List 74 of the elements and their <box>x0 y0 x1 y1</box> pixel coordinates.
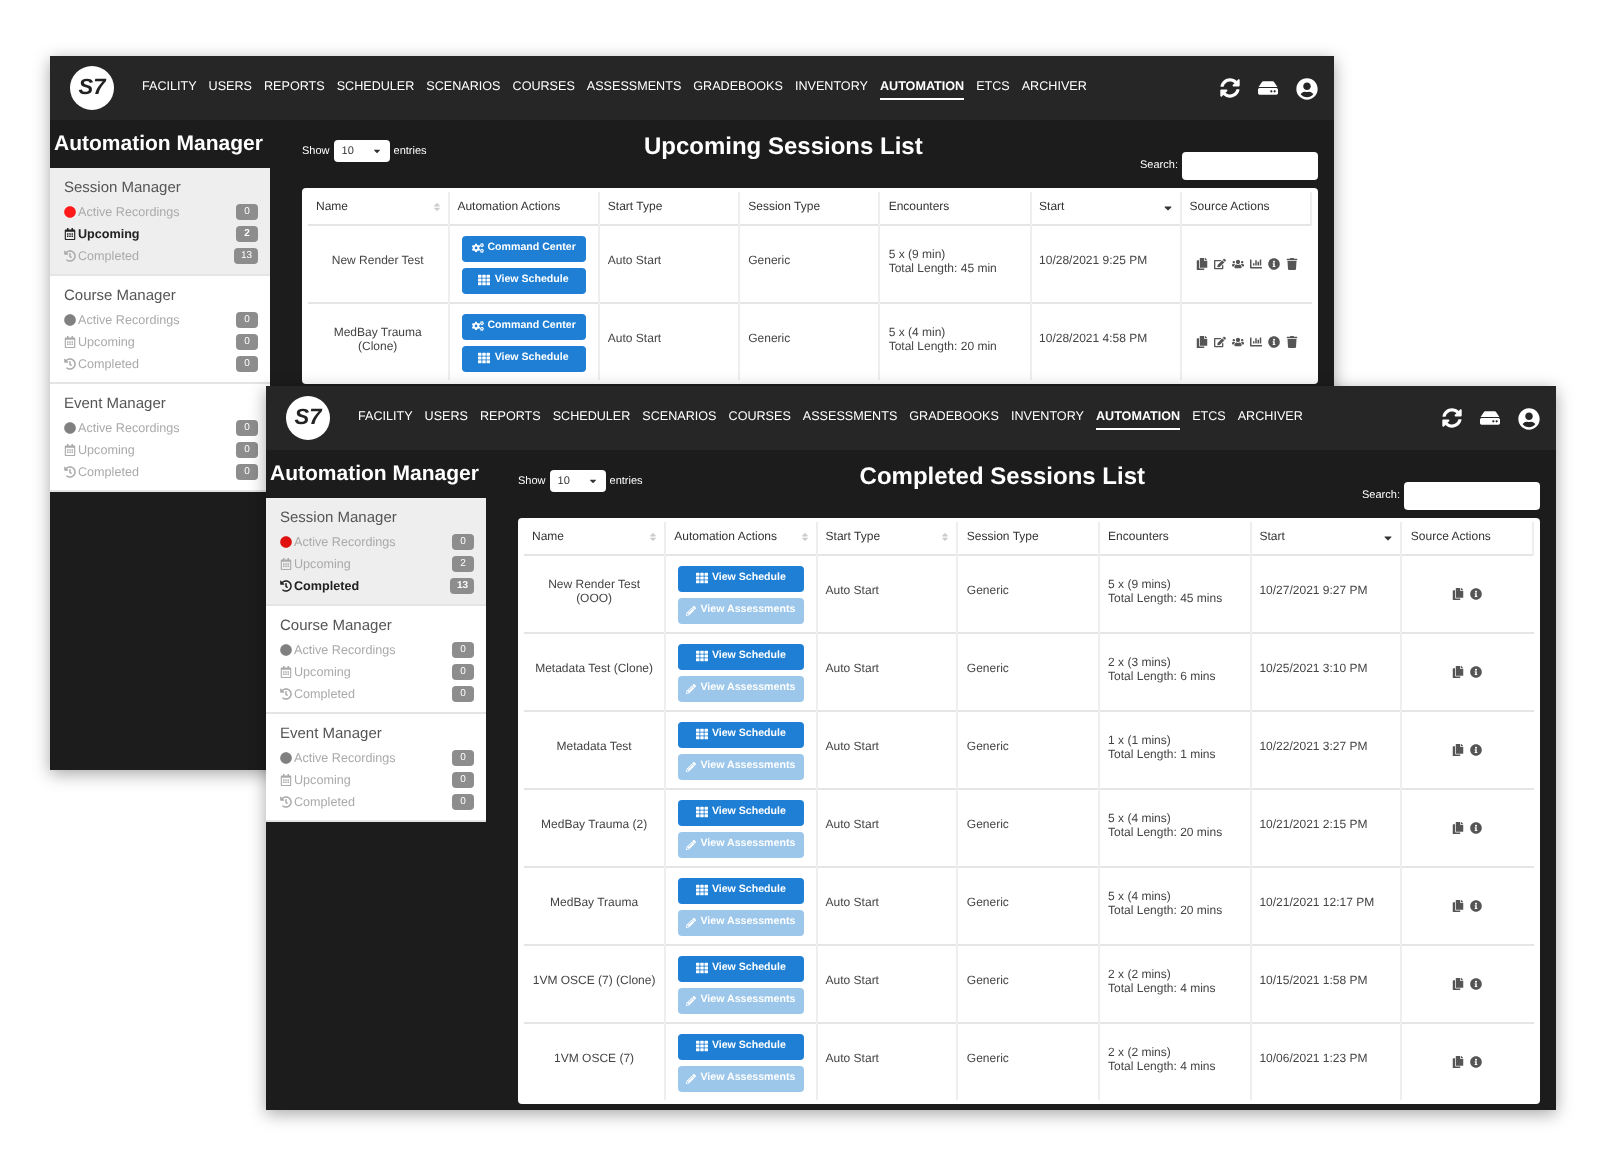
edit-icon[interactable] <box>1213 336 1226 348</box>
copy-icon[interactable] <box>1452 900 1465 912</box>
info-icon[interactable] <box>1470 978 1483 990</box>
grid-icon <box>695 884 708 896</box>
user-avatar-icon[interactable] <box>1296 77 1318 99</box>
calendar-icon <box>64 444 76 456</box>
calendar-icon <box>64 336 76 348</box>
chart-icon[interactable] <box>1249 336 1262 348</box>
info-icon[interactable] <box>1470 744 1483 756</box>
pencil-icon <box>686 761 697 771</box>
sidebar-title: Automation Manager <box>52 130 265 160</box>
history-icon <box>64 250 76 262</box>
trash-icon[interactable] <box>1285 336 1298 348</box>
copy-icon[interactable] <box>1452 822 1465 834</box>
gears-icon <box>471 320 484 332</box>
calendar-icon <box>280 666 292 678</box>
history-icon <box>64 358 76 370</box>
grid-icon <box>695 572 708 584</box>
users-icon[interactable] <box>1231 336 1244 348</box>
grid-icon <box>478 352 491 364</box>
copy-icon[interactable] <box>1195 336 1208 348</box>
info-icon[interactable] <box>1470 1056 1483 1068</box>
pencil-icon <box>686 683 697 693</box>
pencil-icon <box>686 995 697 1005</box>
caret-icon <box>371 146 382 156</box>
info-icon[interactable] <box>1470 900 1483 912</box>
copy-icon[interactable] <box>1195 258 1208 270</box>
history-icon <box>280 796 292 808</box>
pencil-icon <box>686 605 697 615</box>
grid-icon <box>695 962 708 974</box>
edit-icon[interactable] <box>1213 258 1226 270</box>
grid-icon <box>695 728 708 740</box>
info-icon[interactable] <box>1267 258 1280 270</box>
info-icon[interactable] <box>1470 822 1483 834</box>
pencil-icon <box>686 839 697 849</box>
history-icon <box>280 580 292 592</box>
calendar-icon <box>280 558 292 570</box>
history-icon <box>64 466 76 478</box>
caret-icon <box>587 476 598 486</box>
search-field[interactable] <box>1181 152 1318 180</box>
chart-icon[interactable] <box>1249 258 1262 270</box>
user-avatar-icon[interactable] <box>1518 407 1540 429</box>
search-field[interactable] <box>1403 482 1540 510</box>
history-icon <box>280 688 292 700</box>
calendar-icon <box>280 774 292 786</box>
refresh-icon[interactable] <box>1442 408 1462 428</box>
copy-icon[interactable] <box>1452 666 1465 678</box>
info-icon[interactable] <box>1267 336 1280 348</box>
calendar-icon <box>64 228 76 240</box>
gears-icon <box>471 242 484 254</box>
list-title: Completed Sessions List <box>859 462 1145 490</box>
drive-icon[interactable] <box>1480 408 1500 428</box>
drive-icon[interactable] <box>1258 78 1278 98</box>
copy-icon[interactable] <box>1452 588 1465 600</box>
pencil-icon <box>686 1073 697 1083</box>
logo: S7 <box>70 66 114 110</box>
sort-descending-icon[interactable] <box>1161 202 1174 214</box>
list-title: Upcoming Sessions List <box>643 132 923 160</box>
trash-icon[interactable] <box>1285 258 1298 270</box>
refresh-icon[interactable] <box>1220 78 1240 98</box>
grid-icon <box>478 274 491 286</box>
grid-icon <box>695 806 708 818</box>
grid-icon <box>695 1040 708 1052</box>
logo: S7 <box>286 396 330 440</box>
copy-icon[interactable] <box>1452 978 1465 990</box>
grid-icon <box>695 650 708 662</box>
copy-icon[interactable] <box>1452 744 1465 756</box>
users-icon[interactable] <box>1231 258 1244 270</box>
copy-icon[interactable] <box>1452 1056 1465 1068</box>
info-icon[interactable] <box>1470 588 1483 600</box>
pencil-icon <box>686 917 697 927</box>
sidebar-title: Automation Manager <box>268 460 481 490</box>
sort-descending-icon[interactable] <box>1382 532 1395 544</box>
info-icon[interactable] <box>1470 666 1483 678</box>
